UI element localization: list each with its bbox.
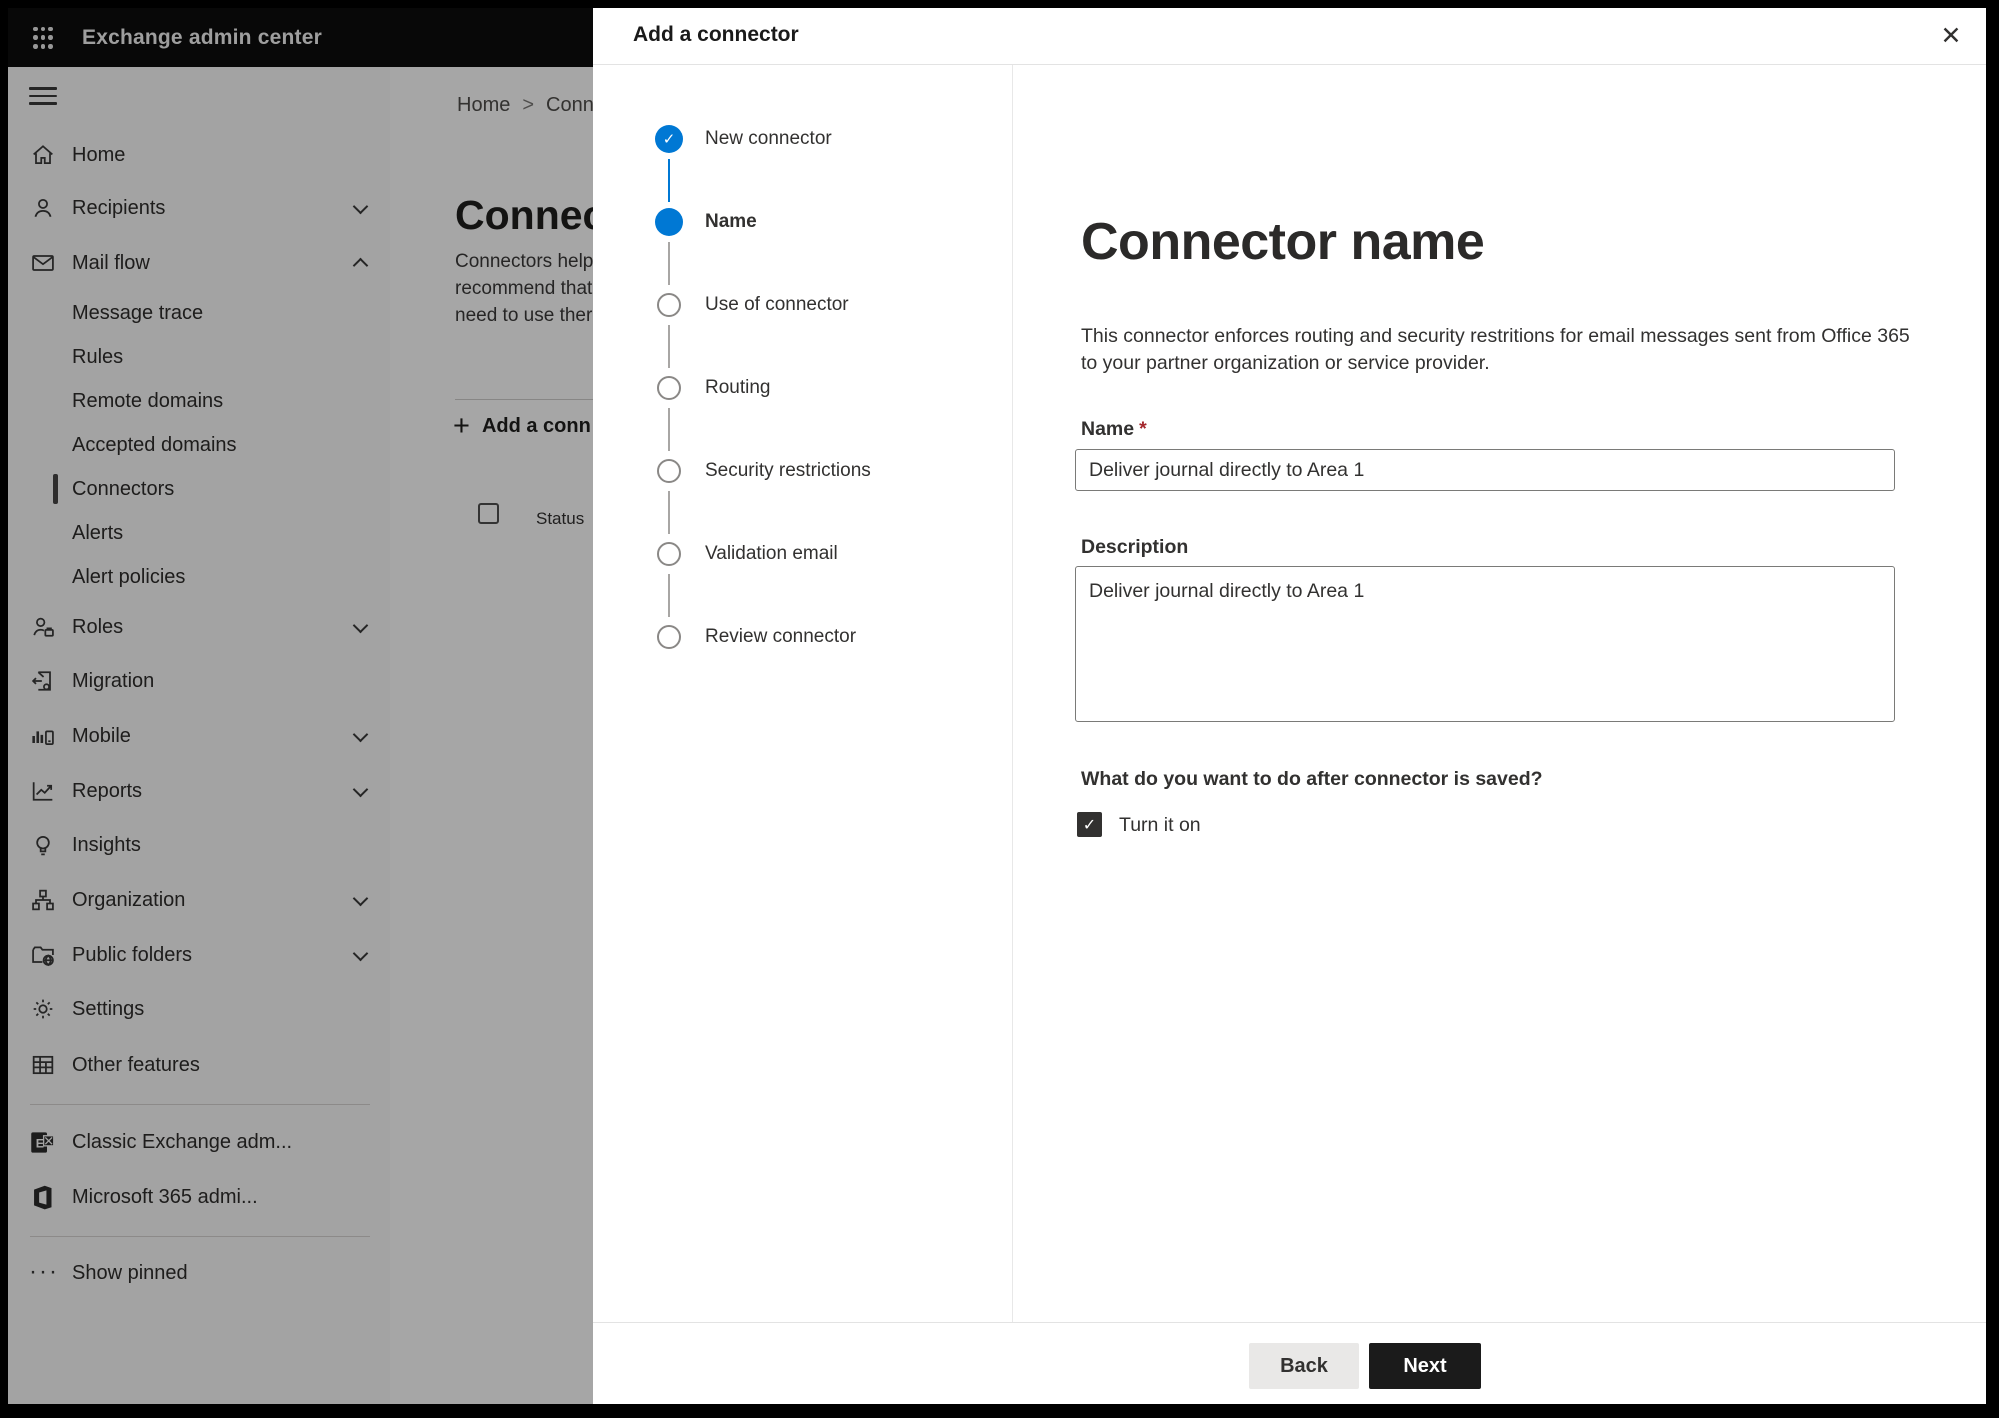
content-description: This connector enforces routing and secu…: [1081, 325, 1910, 374]
step-upcoming-icon: [657, 459, 681, 483]
wizard-step-use-of-connector[interactable]: Use of connector: [655, 291, 849, 319]
dialog-header: Add a connector ✕: [593, 8, 1986, 65]
dialog-content: Connector name This connector enforces r…: [1013, 65, 1986, 1322]
wizard-steps-panel: ✓ New connector Name Use of connector Ro…: [593, 65, 1013, 1322]
description-field-label: Description: [1081, 536, 1189, 558]
after-save-question: What do you want to do after connector i…: [1081, 768, 1543, 790]
step-upcoming-icon: [657, 625, 681, 649]
step-connector-line: [668, 242, 670, 285]
add-connector-dialog: Add a connector ✕ ✓ New connector Name U…: [593, 8, 1986, 1404]
step-current-icon: [655, 208, 683, 236]
back-button[interactable]: Back: [1249, 1343, 1359, 1389]
step-connector-line: [668, 491, 670, 534]
step-upcoming-icon: [657, 376, 681, 400]
name-field-label: Name *: [1081, 418, 1147, 440]
connector-name-input[interactable]: [1075, 449, 1895, 491]
step-complete-icon: ✓: [655, 125, 683, 153]
screen-frame: Exchange admin center Home Recipients Ma…: [0, 0, 1999, 1418]
step-upcoming-icon: [657, 293, 681, 317]
wizard-step-name[interactable]: Name: [655, 208, 757, 236]
turn-it-on-checkbox[interactable]: ✓: [1077, 812, 1102, 837]
step-connector-line: [668, 159, 670, 202]
close-icon[interactable]: ✕: [1934, 19, 1968, 53]
dialog-footer: Back Next: [593, 1322, 1986, 1404]
step-upcoming-icon: [657, 542, 681, 566]
content-heading: Connector name: [1081, 212, 1485, 271]
step-connector-line: [668, 408, 670, 451]
turn-it-on-label: Turn it on: [1119, 814, 1201, 836]
dialog-title: Add a connector: [633, 23, 799, 46]
wizard-step-review-connector[interactable]: Review connector: [655, 623, 856, 651]
required-marker: *: [1139, 418, 1147, 440]
next-button[interactable]: Next: [1369, 1343, 1481, 1389]
step-connector-line: [668, 574, 670, 617]
connector-description-textarea[interactable]: Deliver journal directly to Area 1: [1075, 566, 1895, 722]
wizard-step-new-connector[interactable]: ✓ New connector: [655, 125, 832, 153]
wizard-step-security-restrictions[interactable]: Security restrictions: [655, 457, 871, 485]
wizard-step-validation-email[interactable]: Validation email: [655, 540, 838, 568]
step-connector-line: [668, 325, 670, 368]
wizard-step-routing[interactable]: Routing: [655, 374, 771, 402]
